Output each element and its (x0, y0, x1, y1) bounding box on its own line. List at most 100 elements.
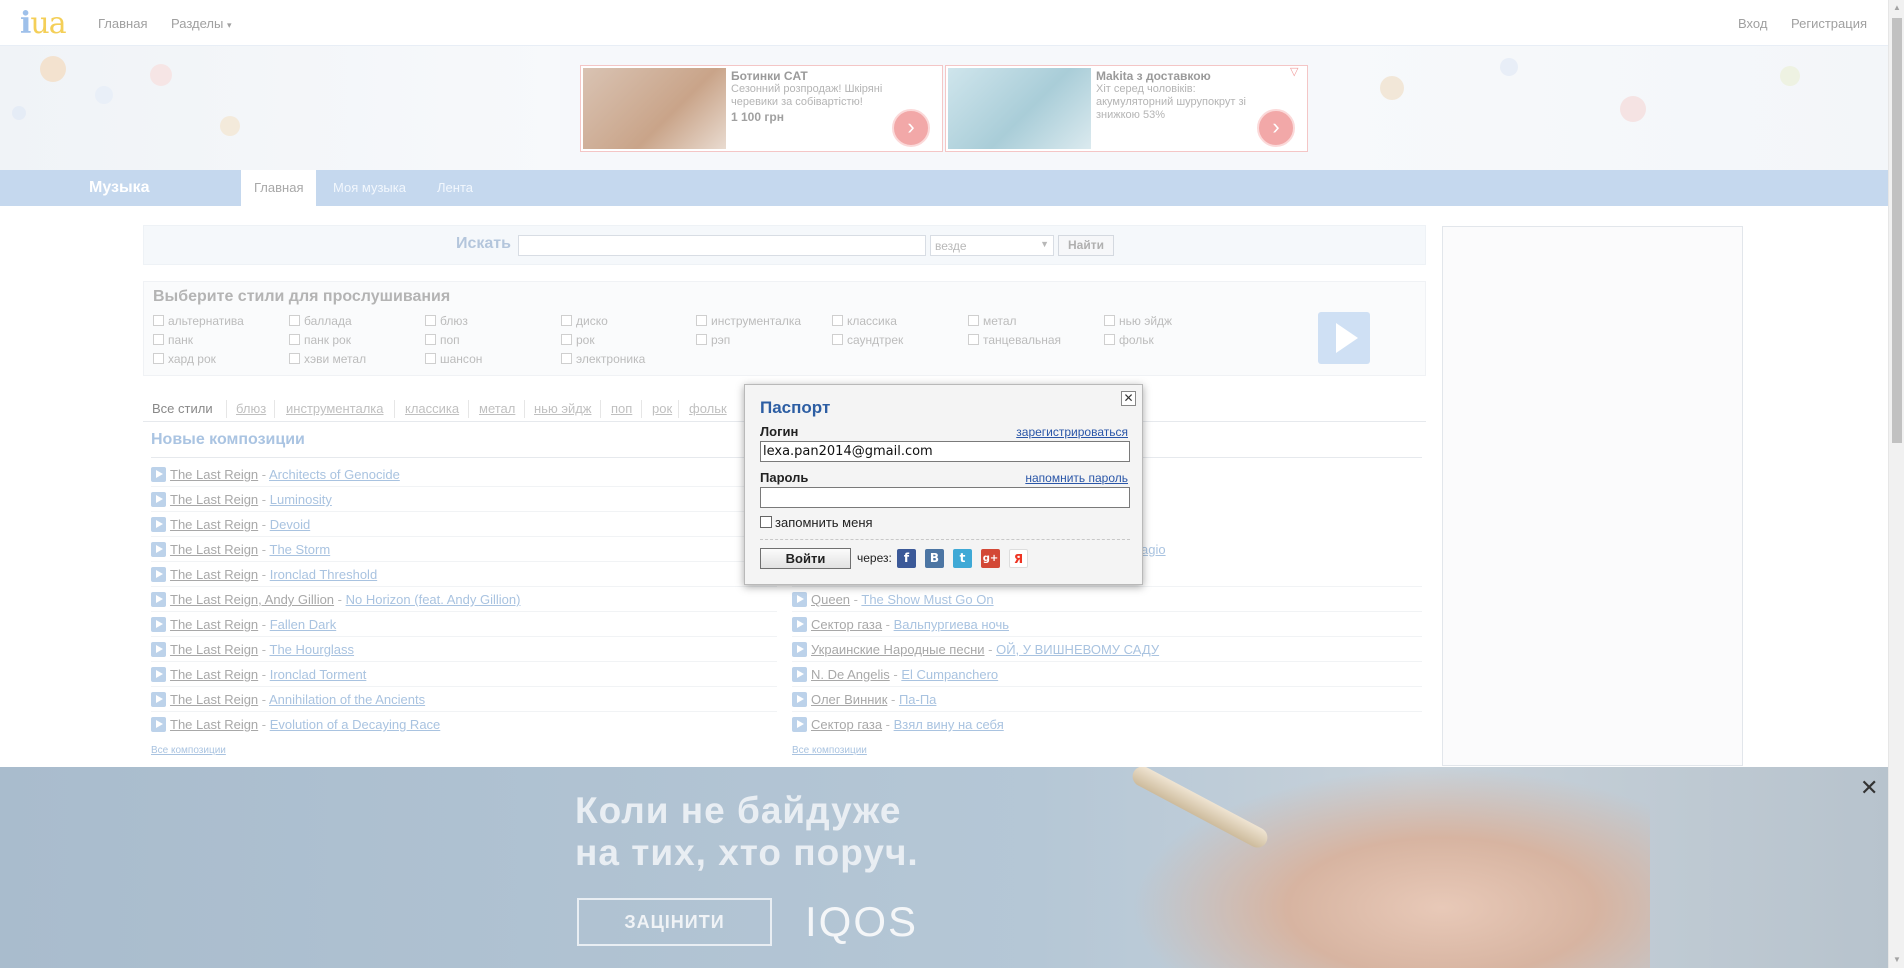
track-artist[interactable]: Queen (811, 592, 850, 607)
style-checkbox[interactable]: баллада (289, 314, 352, 328)
play-icon[interactable] (151, 617, 166, 632)
filter-style[interactable]: блюз (236, 401, 266, 416)
track-artist[interactable]: The Last Reign (170, 467, 258, 482)
scroll-up-icon[interactable]: ▲ (1893, 3, 1901, 12)
style-checkbox[interactable]: панк (153, 333, 193, 347)
close-icon[interactable]: ✕ (1860, 775, 1878, 801)
site-logo[interactable]: iua (20, 6, 67, 41)
all-tracks-link[interactable]: Все композиции (792, 745, 867, 756)
play-icon[interactable] (151, 492, 166, 507)
style-checkbox[interactable]: диско (561, 314, 608, 328)
login-input[interactable]: lexa.pan2014@gmail.com (760, 441, 1130, 462)
track-song[interactable]: Ironclad Torment (270, 667, 367, 682)
checkbox-box[interactable] (425, 315, 436, 326)
play-icon[interactable] (792, 667, 807, 682)
checkbox-box[interactable] (561, 353, 572, 364)
filter-style[interactable]: нью эйдж (534, 401, 592, 416)
track-song[interactable]: Ironclad Threshold (270, 567, 377, 582)
track-song[interactable]: Fallen Dark (270, 617, 336, 632)
search-button[interactable]: Найти (1058, 235, 1114, 256)
track-item[interactable]: The Last Reign - Ironclad Torment (151, 667, 366, 685)
track-song[interactable]: agio (1141, 542, 1166, 557)
password-input[interactable] (760, 487, 1130, 508)
track-artist[interactable]: The Last Reign (170, 517, 258, 532)
all-tracks-link[interactable]: Все композиции (151, 745, 226, 756)
checkbox-box[interactable] (289, 315, 300, 326)
track-item[interactable]: Украинские Народные песни - ОЙ, У ВИШНЕВ… (792, 642, 1159, 660)
play-icon[interactable] (151, 592, 166, 607)
search-input[interactable] (518, 235, 926, 256)
track-song-partial[interactable]: agio (1141, 542, 1166, 560)
track-song[interactable]: Evolution of a Decaying Race (270, 717, 441, 732)
play-icon[interactable] (151, 542, 166, 557)
track-artist[interactable]: The Last Reign (170, 542, 258, 557)
style-checkbox[interactable]: блюз (425, 314, 468, 328)
tab-feed[interactable]: Лента (424, 170, 486, 206)
vkontakte-icon[interactable]: B (925, 549, 944, 568)
track-item[interactable]: The Last Reign - Luminosity (151, 492, 332, 510)
style-checkbox[interactable]: шансон (425, 352, 482, 366)
filter-style[interactable]: классика (405, 401, 459, 416)
track-item[interactable]: The Last Reign - Fallen Dark (151, 617, 336, 635)
track-song[interactable]: ОЙ, У ВИШНЕВОМУ САДУ (996, 642, 1159, 657)
play-icon[interactable] (792, 617, 807, 632)
filter-style[interactable]: рок (652, 401, 672, 416)
register-link[interactable]: зарегистрироваться (1016, 425, 1128, 439)
filter-style[interactable]: инструменталка (286, 401, 384, 416)
style-checkbox[interactable]: саундтрек (832, 333, 903, 347)
track-item[interactable]: The Last Reign - Devoid (151, 517, 310, 535)
track-item[interactable]: The Last Reign - Annihilation of the Anc… (151, 692, 425, 710)
checkbox-box[interactable] (1104, 334, 1115, 345)
track-item[interactable]: Олег Винник - Па-Па (792, 692, 936, 710)
track-item[interactable]: Queen - The Show Must Go On (792, 592, 994, 610)
style-checkbox[interactable]: танцевальная (968, 333, 1061, 347)
style-checkbox[interactable]: панк рок (289, 333, 351, 347)
style-checkbox[interactable]: рэп (696, 333, 730, 347)
track-song[interactable]: El Cumpanchero (901, 667, 998, 682)
twitter-icon[interactable]: t (953, 549, 972, 568)
style-checkbox[interactable]: хэви метал (289, 352, 366, 366)
filter-style[interactable]: фольк (689, 401, 727, 416)
style-checkbox[interactable]: классика (832, 314, 897, 328)
register-link[interactable]: Регистрация (1791, 16, 1867, 31)
track-song[interactable]: No Horizon (feat. Andy Gillion) (346, 592, 521, 607)
play-styles-button[interactable] (1318, 312, 1370, 364)
remember-me-checkbox[interactable]: запомнить меня (760, 515, 873, 530)
track-song[interactable]: The Show Must Go On (861, 592, 993, 607)
style-checkbox[interactable]: хард рок (153, 352, 216, 366)
checkbox-box[interactable] (425, 353, 436, 364)
track-artist[interactable]: N. De Angelis (811, 667, 890, 682)
track-artist[interactable]: The Last Reign (170, 642, 258, 657)
track-artist[interactable]: Сектор газа (811, 717, 882, 732)
checkbox-box[interactable] (696, 315, 707, 326)
scroll-down-icon[interactable]: ▼ (1893, 955, 1901, 964)
play-icon[interactable] (151, 517, 166, 532)
track-item[interactable]: The Last Reign, Andy Gillion - No Horizo… (151, 592, 520, 610)
track-item[interactable]: Сектор газа - Взял вину на себя (792, 717, 1004, 735)
track-item[interactable]: N. De Angelis - El Cumpanchero (792, 667, 998, 685)
track-artist[interactable]: The Last Reign (170, 717, 258, 732)
play-icon[interactable] (151, 667, 166, 682)
yandex-icon[interactable]: Я (1009, 549, 1028, 568)
checkbox-box[interactable] (968, 315, 979, 326)
track-song[interactable]: Вальпургиева ночь (894, 617, 1009, 632)
track-song[interactable]: Devoid (270, 517, 310, 532)
filter-style[interactable]: поп (611, 401, 632, 416)
style-checkbox[interactable]: фольк (1104, 333, 1154, 347)
track-song[interactable]: Взял вину на себя (894, 717, 1004, 732)
checkbox-box[interactable] (153, 315, 164, 326)
scrollbar-thumb[interactable] (1892, 18, 1902, 443)
style-checkbox[interactable]: альтернатива (153, 314, 244, 328)
checkbox-box[interactable] (289, 334, 300, 345)
play-icon[interactable] (792, 717, 807, 732)
checkbox-box[interactable] (561, 315, 572, 326)
track-artist[interactable]: Сектор газа (811, 617, 882, 632)
style-checkbox[interactable]: инструменталка (696, 314, 801, 328)
track-song[interactable]: Luminosity (270, 492, 332, 507)
checkbox-box[interactable] (760, 516, 772, 528)
play-icon[interactable] (792, 692, 807, 707)
play-icon[interactable] (792, 642, 807, 657)
checkbox-box[interactable] (696, 334, 707, 345)
track-artist[interactable]: Олег Винник (811, 692, 887, 707)
ad-cta-button[interactable]: ЗАЦІНИТИ (577, 898, 772, 946)
